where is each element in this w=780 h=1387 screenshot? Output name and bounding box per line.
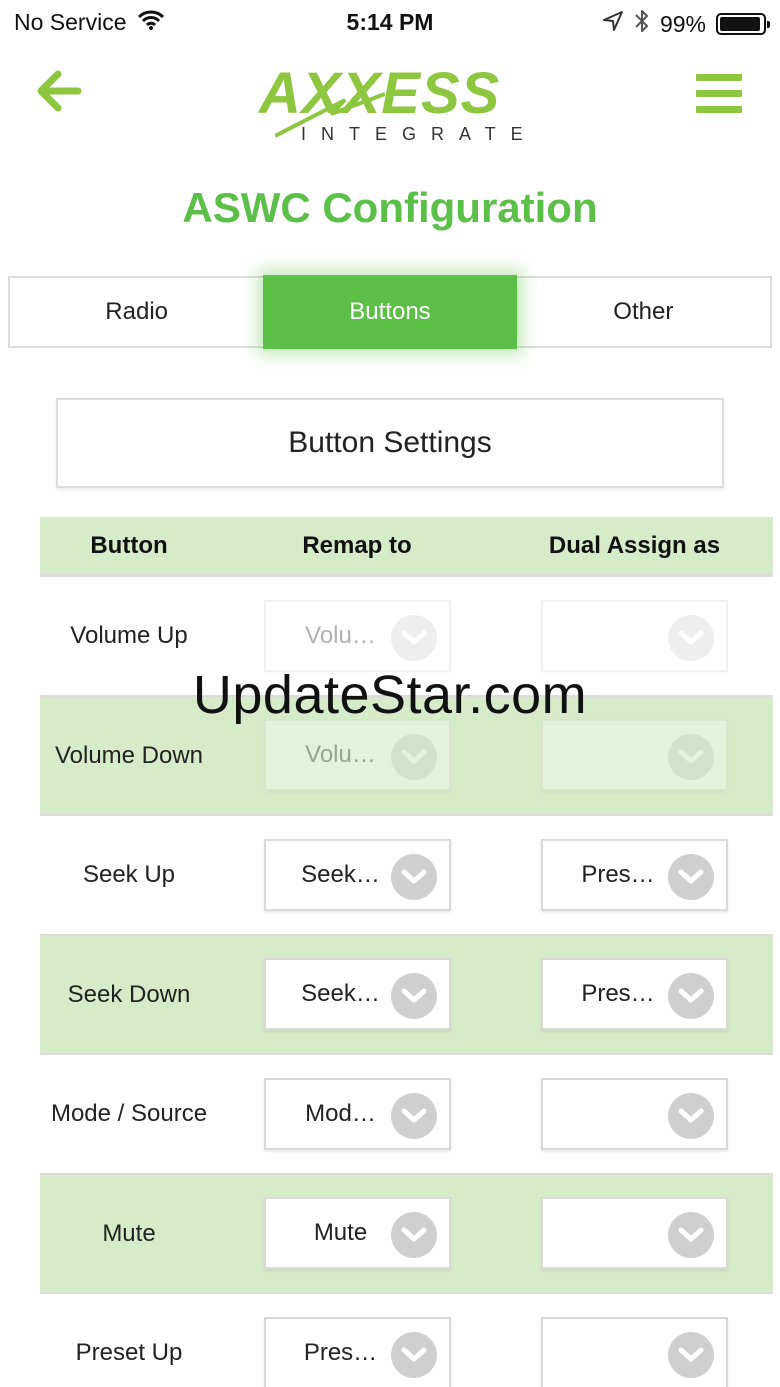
- select-value: Seek…: [301, 860, 380, 888]
- select-value: Pres…: [581, 980, 655, 1008]
- row-button-label: Volume Down: [54, 741, 204, 769]
- chevron-down-icon: [390, 734, 437, 781]
- chevron-down-icon: [390, 1092, 437, 1139]
- row-button-label: Mute: [102, 1219, 156, 1247]
- remap-cell: Volu…: [218, 599, 496, 672]
- row-button-label: Seek Down: [67, 980, 191, 1008]
- remap-select[interactable]: Seek…: [263, 838, 451, 911]
- remap-select[interactable]: Seek…: [263, 958, 451, 1031]
- logo-subtext: INTEGRATE: [301, 124, 538, 144]
- select-value: Volu…: [305, 741, 376, 769]
- dual-cell: Pres…: [496, 838, 773, 911]
- table-header: Button Remap to Dual Assign as: [40, 517, 773, 577]
- location-icon: [602, 10, 624, 38]
- hamburger-icon-bar: [696, 106, 742, 113]
- dual-assign-select[interactable]: [541, 1077, 728, 1150]
- column-header-remap: Remap to: [302, 531, 412, 559]
- table-row: Volume Up Volu…: [40, 577, 773, 697]
- row-button-label: Mode / Source: [50, 1100, 208, 1128]
- dual-cell: [496, 1197, 773, 1270]
- tab-radio[interactable]: Radio: [10, 278, 263, 346]
- dual-assign-select[interactable]: Pres…: [541, 958, 728, 1031]
- chevron-down-icon: [390, 973, 437, 1020]
- remap-cell: Seek…: [218, 838, 496, 911]
- remap-cell: Mute: [218, 1197, 496, 1270]
- dual-cell: [496, 1316, 773, 1387]
- table-row: Seek Down Seek… Pres…: [40, 935, 773, 1055]
- chevron-down-icon: [390, 614, 437, 661]
- chevron-down-icon: [668, 973, 714, 1020]
- select-value: Volu…: [305, 621, 376, 649]
- dual-assign-select[interactable]: Pres…: [541, 838, 728, 911]
- chevron-down-icon: [668, 734, 714, 781]
- tab-buttons[interactable]: Buttons: [263, 275, 517, 349]
- table-row: Mute Mute: [40, 1174, 773, 1294]
- chevron-down-icon: [390, 853, 437, 900]
- remap-cell: Mod…: [218, 1077, 496, 1150]
- select-value: Pres…: [581, 860, 655, 888]
- table-row: Volume Down Volu…: [40, 696, 773, 816]
- status-bar: No Service 5:14 PM 99%: [0, 0, 780, 44]
- table-row: Mode / Source Mod…: [40, 1055, 773, 1175]
- row-button-label: Seek Up: [82, 861, 176, 889]
- remap-select[interactable]: Mute: [263, 1197, 451, 1270]
- remap-select: Volu…: [263, 599, 451, 672]
- tab-bar: Radio Buttons Other: [8, 275, 772, 349]
- table-body: Volume Up Volu… Volume Down Volu… Seek Up See…: [40, 577, 773, 1387]
- column-header-dual: Dual Assign as: [548, 531, 721, 559]
- battery-icon: [716, 13, 770, 35]
- dual-cell: [496, 719, 773, 792]
- chevron-down-icon: [668, 614, 714, 661]
- page-title: ASWC Configuration: [182, 184, 598, 231]
- column-header-button: Button: [90, 531, 168, 559]
- status-right: 99%: [602, 8, 770, 40]
- remap-select[interactable]: Pres…: [263, 1316, 451, 1387]
- dual-cell: [496, 599, 773, 672]
- chevron-down-icon: [668, 1212, 714, 1259]
- dual-assign-select[interactable]: [541, 1316, 728, 1387]
- select-value: Mod…: [305, 1099, 376, 1127]
- menu-button[interactable]: [696, 74, 744, 120]
- tab-other[interactable]: Other: [517, 278, 770, 346]
- dual-assign-select: [541, 719, 728, 792]
- arrow-left-icon: [37, 70, 82, 112]
- chevron-down-icon: [668, 1092, 714, 1139]
- remap-select: Volu…: [263, 719, 451, 792]
- row-button-label: Preset Up: [75, 1339, 183, 1367]
- row-button-label: Volume Up: [70, 622, 188, 650]
- hamburger-icon-bar: [696, 90, 742, 97]
- select-value: Pres…: [303, 1338, 378, 1366]
- dual-cell: Pres…: [496, 958, 773, 1031]
- chevron-down-icon: [390, 1331, 437, 1378]
- remap-cell: Pres…: [218, 1316, 496, 1387]
- axxess-logo: AXXESS INTEGRATE: [255, 62, 527, 146]
- hamburger-icon-bar: [696, 74, 742, 81]
- select-value: Mute: [313, 1219, 368, 1247]
- button-mapping-table: Button Remap to Dual Assign as Volume Up…: [40, 517, 773, 1387]
- chevron-down-icon: [668, 1331, 714, 1378]
- table-row: Seek Up Seek… Pres…: [40, 816, 773, 936]
- back-button[interactable]: [34, 66, 84, 116]
- remap-cell: Volu…: [218, 719, 496, 792]
- dual-assign-select[interactable]: [541, 1197, 728, 1270]
- table-row: Preset Up Pres…: [40, 1294, 773, 1387]
- dual-assign-select: [541, 599, 728, 672]
- bluetooth-icon: [634, 8, 650, 40]
- select-value: Seek…: [301, 980, 380, 1008]
- chevron-down-icon: [390, 1212, 437, 1259]
- chevron-down-icon: [668, 853, 714, 900]
- remap-select[interactable]: Mod…: [263, 1077, 451, 1150]
- dual-cell: [496, 1077, 773, 1150]
- button-settings-button[interactable]: Button Settings: [56, 398, 724, 488]
- battery-percent: 99%: [659, 10, 706, 37]
- remap-cell: Seek…: [218, 958, 496, 1031]
